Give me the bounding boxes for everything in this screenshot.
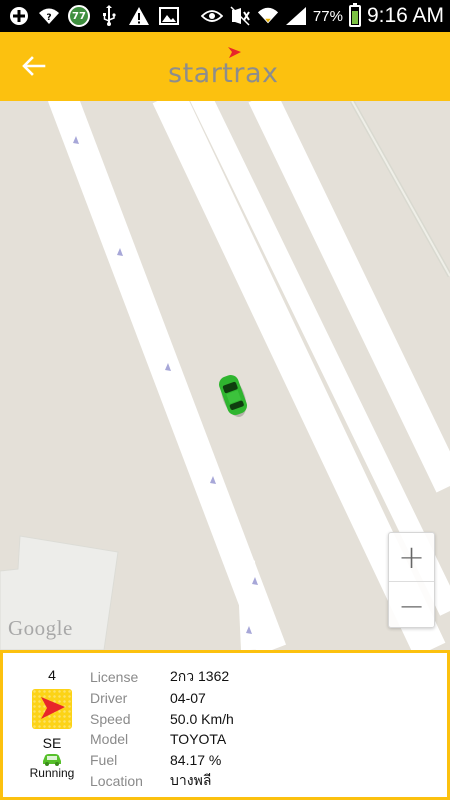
notification-count: 77 [68, 5, 90, 27]
zoom-out-button[interactable]: − [389, 581, 434, 629]
vehicle-summary: 4 SE Running [17, 667, 87, 780]
speed-value: 50.0 Km/h [170, 710, 234, 727]
eye-icon [200, 5, 223, 27]
direction-arrow-icon [32, 689, 72, 729]
system-icons: 77% 9:16 AM [200, 3, 444, 28]
map-road-ramp [237, 560, 259, 650]
vehicle-status: Running [29, 766, 75, 780]
detail-row-model: Model TOYOTA [90, 729, 234, 750]
google-attribution: Google [8, 616, 73, 640]
map-canvas [0, 101, 450, 650]
back-button[interactable] [16, 50, 52, 82]
location-value: บางพลี [170, 771, 212, 788]
vehicle-info-card[interactable]: 4 SE Running License 2กว 1362 Driver 04-… [3, 653, 447, 797]
signal-icon [285, 5, 307, 27]
detail-row-fuel: Fuel 84.17 % [90, 750, 234, 771]
mute-icon [229, 5, 251, 27]
vehicle-direction: SE [42, 735, 62, 751]
detail-row-license: License 2กว 1362 [90, 667, 234, 688]
battery-percent: 77% [312, 7, 343, 25]
wifi-question-icon: ? [38, 5, 60, 27]
map-view[interactable]: Google + − [0, 101, 450, 650]
startrax-logo: startrax [168, 42, 284, 92]
plus-icon [8, 5, 30, 27]
model-label: Model [90, 731, 129, 748]
back-arrow-icon [22, 56, 46, 76]
fuel-value: 84.17 % [170, 752, 222, 769]
clock: 9:16 AM [366, 4, 444, 27]
notification-count-icon: 77 [68, 5, 90, 27]
fuel-label: Fuel [90, 752, 118, 769]
vehicle-number: 4 [48, 667, 56, 683]
notification-icons: ? 77 [8, 5, 180, 27]
svg-text:?: ? [46, 13, 51, 23]
warning-icon [128, 5, 150, 27]
image-icon [158, 5, 180, 27]
wifi-icon [257, 5, 279, 27]
vehicle-details: License 2กว 1362 Driver 04-07 Speed 50.0… [90, 667, 234, 791]
speed-label: Speed [90, 710, 131, 727]
battery-charging-icon [348, 3, 361, 27]
license-label: License [90, 669, 139, 686]
logo-text: startrax [168, 58, 279, 89]
usb-icon [98, 5, 120, 27]
driver-value: 04-07 [170, 690, 206, 707]
license-value: 2กว 1362 [170, 668, 230, 685]
detail-row-driver: Driver 04-07 [90, 688, 234, 709]
detail-row-location: Location บางพลี [90, 770, 234, 791]
driver-label: Driver [90, 690, 128, 707]
vehicle-info-panel: 4 SE Running License 2กว 1362 Driver 04-… [0, 650, 450, 800]
detail-row-speed: Speed 50.0 Km/h [90, 708, 234, 729]
status-bar: ? 77 77% 9:16 AM [0, 0, 450, 32]
zoom-controls: + − [388, 532, 435, 628]
app-header: startrax [0, 32, 450, 101]
model-value: TOYOTA [170, 731, 227, 748]
zoom-in-button[interactable]: + [389, 533, 434, 581]
location-label: Location [90, 772, 143, 789]
running-car-icon [41, 752, 63, 766]
